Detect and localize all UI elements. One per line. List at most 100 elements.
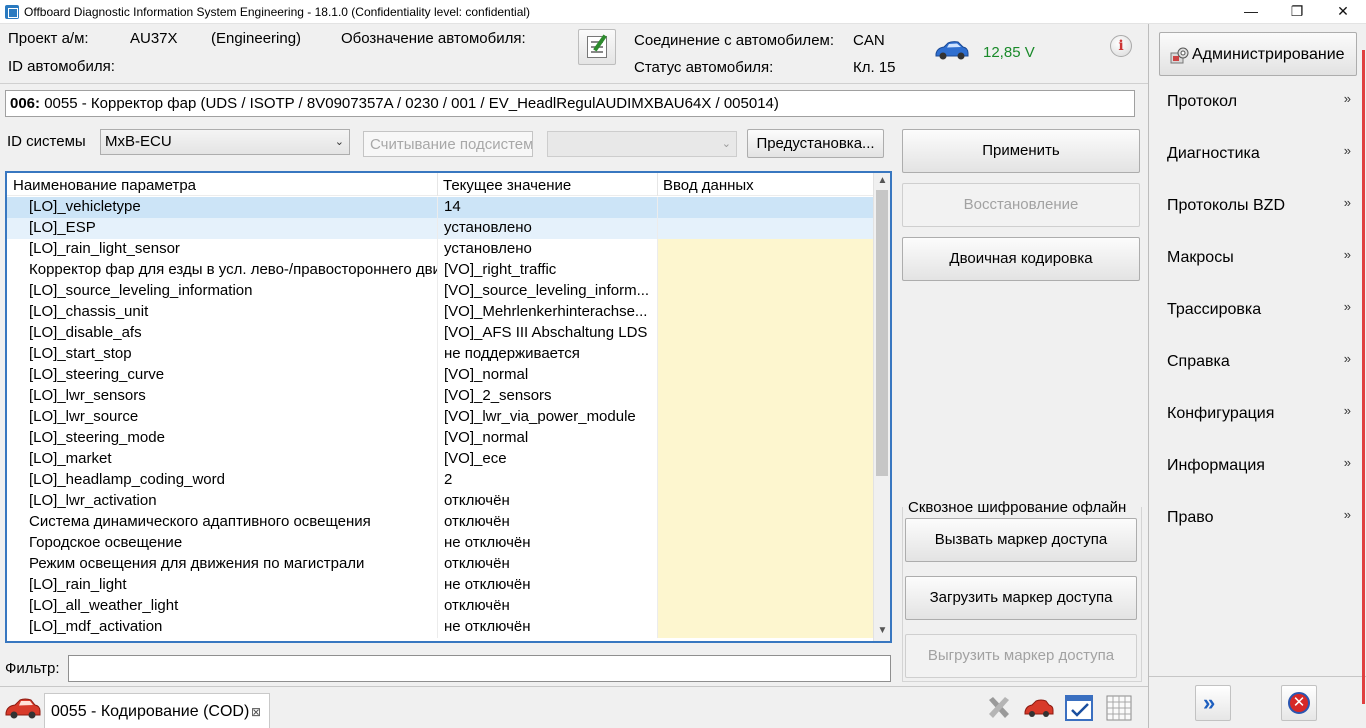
table-row[interactable]: [LO]_steering_mode [VO]_normal	[7, 428, 873, 449]
table-row[interactable]: Система динамического адаптивного освеще…	[7, 512, 873, 533]
checklist-icon[interactable]	[1064, 693, 1094, 723]
apply-button[interactable]: Применить	[902, 129, 1140, 173]
menu-protocol[interactable]: Протокол »	[1149, 88, 1357, 116]
menu-tracing[interactable]: Трассировка »	[1149, 296, 1357, 324]
param-input[interactable]	[657, 302, 873, 323]
forward-button[interactable]: »	[1195, 685, 1231, 721]
param-input[interactable]	[657, 491, 873, 512]
menu-rights[interactable]: Право »	[1149, 504, 1357, 532]
table-row[interactable]: [LO]_rain_light не отключён	[7, 575, 873, 596]
param-input[interactable]	[657, 554, 873, 575]
coding-parameters-table: Наименование параметра Текущее значение …	[5, 171, 892, 643]
param-input[interactable]	[657, 407, 873, 428]
menu-label: Диагностика	[1167, 145, 1260, 162]
minimize-button[interactable]: —	[1228, 0, 1274, 24]
param-name: [LO]_lwr_sensors	[29, 387, 146, 404]
param-input[interactable]	[657, 617, 873, 638]
table-row[interactable]: [LO]_steering_curve [VO]_normal	[7, 365, 873, 386]
table-scrollbar[interactable]: ▲ ▼	[873, 173, 890, 641]
param-input[interactable]	[657, 344, 873, 365]
column-divider[interactable]	[657, 173, 658, 196]
table-row[interactable]: [LO]_lwr_source [VO]_lwr_via_power_modul…	[7, 407, 873, 428]
restore-button[interactable]: ❐	[1274, 0, 1320, 24]
bottom-tab-bar: 0055 - Кодирование (COD) ⊠	[0, 686, 1148, 728]
menu-diagnostics[interactable]: Диагностика »	[1149, 140, 1357, 168]
column-header-current[interactable]: Текущее значение	[443, 177, 571, 194]
vehicle-status-value: Кл. 15	[853, 59, 896, 76]
info-icon[interactable]: i	[1110, 35, 1132, 57]
param-value: отключён	[437, 554, 657, 575]
scroll-up-icon[interactable]: ▲	[874, 175, 890, 189]
scrollbar-thumb[interactable]	[876, 190, 888, 476]
tab-coding[interactable]: 0055 - Кодирование (COD) ⊠	[44, 693, 270, 728]
param-input[interactable]	[657, 533, 873, 554]
table-row[interactable]: [LO]_source_leveling_information [VO]_so…	[7, 281, 873, 302]
close-window-button[interactable]: ✕	[1320, 0, 1366, 24]
param-name: [LO]_vehicletype	[29, 198, 141, 215]
param-input[interactable]	[657, 365, 873, 386]
vehicle-designation-label: Обозначение автомобиля:	[341, 30, 526, 47]
param-input[interactable]	[657, 197, 873, 218]
restore-button[interactable]: Восстановление	[902, 183, 1140, 227]
administration-button[interactable]: Администрирование	[1159, 32, 1357, 76]
menu-macros[interactable]: Макросы »	[1149, 244, 1357, 272]
column-divider[interactable]	[437, 173, 438, 196]
table-row[interactable]: [LO]_vehicletype 14	[7, 197, 873, 218]
control-unit-title: 006: 0055 - Корректор фар (UDS / ISOTP /…	[5, 90, 1135, 117]
table-row[interactable]: [LO]_headlamp_coding_word 2	[7, 470, 873, 491]
table-row[interactable]: [LO]_rain_light_sensor установлено	[7, 239, 873, 260]
table-row[interactable]: Корректор фар для езды в усл. лево-/прав…	[7, 260, 873, 281]
param-input[interactable]	[657, 596, 873, 617]
notes-button[interactable]	[578, 29, 616, 65]
table-row[interactable]: Городское освещение не отключён	[7, 533, 873, 554]
param-input[interactable]	[657, 470, 873, 491]
param-name: Корректор фар для езды в усл. лево-/прав…	[29, 261, 437, 278]
notepad-icon	[587, 36, 607, 58]
call-access-token-button[interactable]: Вызвать маркер доступа	[905, 518, 1137, 562]
table-row[interactable]: [LO]_ESP установлено	[7, 218, 873, 239]
cancel-tools-icon[interactable]	[984, 693, 1014, 723]
column-header-name[interactable]: Наименование параметра	[13, 177, 196, 194]
param-name: [LO]_disable_afs	[29, 324, 142, 341]
vehicle-id-label: ID автомобиля:	[8, 58, 115, 75]
tab-close-icon[interactable]: ⊠	[251, 705, 261, 719]
param-input[interactable]	[657, 323, 873, 344]
param-input[interactable]	[657, 575, 873, 596]
battery-voltage: 12,85 V	[983, 44, 1035, 61]
table-row[interactable]: [LO]_lwr_activation отключён	[7, 491, 873, 512]
exit-button[interactable]: ✕	[1281, 685, 1317, 721]
param-input[interactable]	[657, 260, 873, 281]
param-input[interactable]	[657, 281, 873, 302]
preset-button[interactable]: Предустановка...	[747, 129, 884, 158]
menu-help[interactable]: Справка »	[1149, 348, 1357, 376]
table-row[interactable]: [LO]_all_weather_light отключён	[7, 596, 873, 617]
unload-access-token-button[interactable]: Выгрузить маркер доступа	[905, 634, 1137, 678]
scroll-down-icon[interactable]: ▼	[874, 625, 890, 639]
param-input[interactable]	[657, 218, 873, 239]
param-input[interactable]	[657, 512, 873, 533]
binary-coding-button[interactable]: Двоичная кодировка	[902, 237, 1140, 281]
load-access-token-button[interactable]: Загрузить маркер доступа	[905, 576, 1137, 620]
table-row[interactable]: [LO]_chassis_unit [VO]_Mehrlenkerhintera…	[7, 302, 873, 323]
table-row[interactable]: [LO]_start_stop не поддерживается	[7, 344, 873, 365]
table-row[interactable]: Режим освещения для движения по магистра…	[7, 554, 873, 575]
filter-input[interactable]	[68, 655, 891, 682]
table-row[interactable]: [LO]_lwr_sensors [VO]_2_sensors	[7, 386, 873, 407]
system-id-select[interactable]: MxB-ECU ⌄	[100, 129, 350, 155]
param-input[interactable]	[657, 239, 873, 260]
param-input[interactable]	[657, 449, 873, 470]
param-input[interactable]	[657, 386, 873, 407]
table-row[interactable]: [LO]_mdf_activation не отключён	[7, 617, 873, 638]
menu-configuration[interactable]: Конфигурация »	[1149, 400, 1357, 428]
table-row[interactable]: [LO]_market [VO]_ece	[7, 449, 873, 470]
menu-information[interactable]: Информация »	[1149, 452, 1357, 480]
menu-bzd-protocols[interactable]: Протоколы BZD »	[1149, 192, 1357, 220]
table-row[interactable]: [LO]_disable_afs [VO]_AFS III Abschaltun…	[7, 323, 873, 344]
param-value: установлено	[437, 239, 657, 260]
param-input[interactable]	[657, 428, 873, 449]
vehicle-icon[interactable]	[1024, 693, 1054, 723]
column-header-input[interactable]: Ввод данных	[663, 177, 754, 194]
red-car-icon[interactable]	[4, 695, 42, 721]
grid-table-icon[interactable]	[1104, 693, 1134, 723]
tab-label: 0055 - Кодирование (COD)	[51, 703, 250, 720]
